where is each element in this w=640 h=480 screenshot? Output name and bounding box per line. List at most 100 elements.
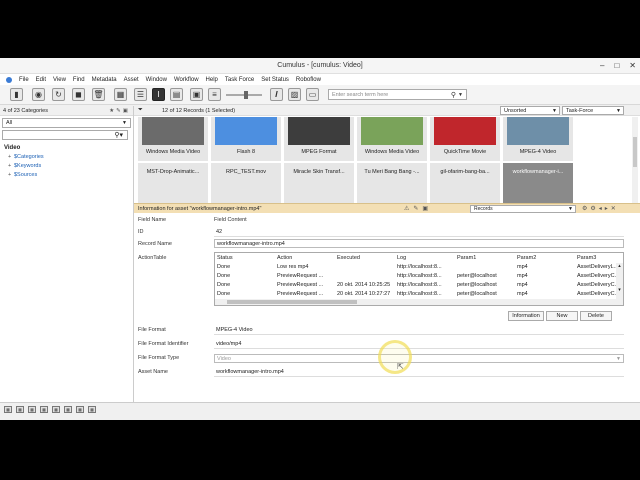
tree-item-keywords[interactable]: $Keywords bbox=[4, 162, 133, 171]
minimize-icon[interactable]: – bbox=[600, 61, 604, 70]
table-row[interactable]: Done PreviewRequest ... 20 okt. 2014 10:27… bbox=[215, 290, 623, 299]
italic-icon[interactable]: 𝑰 bbox=[270, 88, 283, 101]
menu-task-force[interactable]: Task Force bbox=[225, 77, 254, 83]
thumbnail-cell[interactable]: gil-ofarim-bang-ba... bbox=[430, 163, 500, 203]
status-view-icon[interactable]: ▦ bbox=[28, 406, 36, 413]
new-button[interactable]: New bbox=[546, 311, 578, 321]
table-row[interactable]: Done Low res mp4 http://localhost:8... mp4 A… bbox=[215, 263, 623, 272]
chevron-down-icon[interactable]: ▼ bbox=[458, 92, 463, 98]
close-icon[interactable]: ✕ bbox=[629, 61, 636, 70]
record-icon[interactable]: ◉ bbox=[32, 88, 45, 101]
menu-roboflow[interactable]: Roboflow bbox=[296, 77, 321, 83]
menu-metadata[interactable]: Metadata bbox=[92, 77, 117, 83]
list-view-icon[interactable]: ☰ bbox=[134, 88, 147, 101]
grid-scrollbar[interactable] bbox=[632, 117, 638, 203]
tree-item-sources[interactable]: $Sources bbox=[4, 171, 133, 180]
thumbnail-view-icon[interactable]: ▦ bbox=[114, 88, 127, 101]
thumbnail-cell[interactable]: Tu Meri Bang Bang -... bbox=[357, 163, 427, 203]
search-input[interactable]: Enter search term here ⚲ ▼ bbox=[328, 89, 467, 100]
hscroll-knob[interactable] bbox=[227, 300, 357, 304]
catalog-icon[interactable]: ▮ bbox=[10, 88, 23, 101]
information-bar: Information for asset "workflowmanager-i… bbox=[134, 203, 640, 213]
menu-file[interactable]: File bbox=[19, 77, 29, 83]
table-cell: peter@localhost bbox=[457, 291, 497, 297]
preview-view-icon[interactable]: ▣ bbox=[190, 88, 203, 101]
menu-view[interactable]: View bbox=[53, 77, 66, 83]
slider-knob[interactable] bbox=[244, 91, 248, 99]
thumbnail-cell[interactable]: Flash 8 bbox=[211, 117, 281, 161]
file-format-type-select[interactable]: Video ▼ bbox=[214, 354, 624, 363]
maximize-icon[interactable]: □ bbox=[614, 61, 619, 70]
col-param3[interactable]: Param3 bbox=[577, 255, 617, 261]
menu-find[interactable]: Find bbox=[73, 77, 85, 83]
status-view-icon[interactable]: ▦ bbox=[52, 406, 60, 413]
refresh-icon[interactable]: ↻ bbox=[52, 88, 65, 101]
col-action[interactable]: Action bbox=[277, 255, 335, 261]
table-cell: peter@localhost bbox=[457, 282, 497, 288]
thumbnail-cell[interactable]: workflowmanager-i... bbox=[503, 163, 573, 203]
action-table-vscroll[interactable]: ▴ ▾ bbox=[616, 263, 623, 305]
thumbnail-image bbox=[215, 117, 277, 145]
filter-icon[interactable]: ⏷ bbox=[138, 107, 143, 114]
menu-asset[interactable]: Asset bbox=[124, 77, 139, 83]
action-table-hscroll[interactable] bbox=[215, 299, 617, 305]
table-row[interactable]: Done PreviewRequest ... http://localhost:8… bbox=[215, 272, 623, 281]
information-icons[interactable]: ⚠✎▣ bbox=[404, 205, 432, 212]
status-view-icon[interactable]: ▦ bbox=[40, 406, 48, 413]
sort-select[interactable]: Unsorted ▼ bbox=[500, 106, 560, 115]
stop-icon[interactable]: ◼ bbox=[72, 88, 85, 101]
thumbnail-cell[interactable]: RPC_TEST.mov bbox=[211, 163, 281, 203]
col-status[interactable]: Status bbox=[217, 255, 275, 261]
status-view-icon[interactable]: ▦ bbox=[16, 406, 24, 413]
category-filter-select[interactable]: All ▼ bbox=[2, 118, 131, 128]
action-table-header: Status Action Executed Log Param1 Param2… bbox=[215, 254, 623, 263]
text-view-icon[interactable]: ≡ bbox=[208, 88, 221, 101]
collection-select[interactable]: Task-Force ▼ bbox=[562, 106, 624, 115]
info-view-icon[interactable]: I bbox=[152, 88, 165, 101]
category-pane-icons[interactable]: ★✎▣ bbox=[109, 108, 130, 114]
search-icon[interactable]: ⚲▾ bbox=[114, 131, 123, 139]
menu-help[interactable]: Help bbox=[206, 77, 218, 83]
thumbnail-image bbox=[507, 117, 569, 145]
scroll-knob[interactable] bbox=[633, 137, 637, 167]
thumbnail-caption: workflowmanager-i... bbox=[512, 169, 564, 175]
table-cell: http://localhost:8... bbox=[397, 282, 442, 288]
table-cell: PreviewRequest ... bbox=[277, 282, 324, 288]
status-view-icon[interactable]: ▦ bbox=[88, 406, 96, 413]
table-cell: AssetDeliveryC... bbox=[577, 273, 617, 279]
col-param2[interactable]: Param2 bbox=[517, 255, 575, 261]
information-button[interactable]: Information bbox=[508, 311, 544, 321]
record-name-field[interactable]: workflowmanager-intro.mp4 bbox=[214, 239, 624, 248]
status-view-icon[interactable]: ▦ bbox=[64, 406, 72, 413]
image-icon[interactable]: ▨ bbox=[288, 88, 301, 101]
thumbnail-cell[interactable]: MST-Drop-Animatic... bbox=[138, 163, 208, 203]
table-row[interactable]: Done PreviewRequest ... 20 okt. 2014 10:25… bbox=[215, 281, 623, 290]
menu-edit[interactable]: Edit bbox=[36, 77, 46, 83]
status-view-icon[interactable]: ▦ bbox=[4, 406, 12, 413]
table-cell: 20 okt. 2014 10:27:27 bbox=[337, 291, 391, 297]
thumbnail-cell[interactable]: Miracle Skin Transf... bbox=[284, 163, 354, 203]
col-log[interactable]: Log bbox=[397, 255, 455, 261]
thumbnail-cell[interactable]: QuickTime Movie bbox=[430, 117, 500, 161]
details-view-icon[interactable]: ▤ bbox=[170, 88, 183, 101]
monitor-icon[interactable]: ▭ bbox=[306, 88, 319, 101]
col-executed[interactable]: Executed bbox=[337, 255, 395, 261]
delete-button[interactable]: Delete bbox=[580, 311, 612, 321]
thumbnail-cell[interactable]: Windows Media Video bbox=[138, 117, 208, 161]
thumbnail-cell[interactable]: Windows Media Video bbox=[357, 117, 427, 161]
table-cell: http://localhost:8... bbox=[397, 264, 442, 270]
menu-workflow[interactable]: Workflow bbox=[174, 77, 199, 83]
information-right-icons[interactable]: ⚙⚙◂▸✕ bbox=[582, 205, 619, 212]
menu-window[interactable]: Window bbox=[146, 77, 167, 83]
trash-icon[interactable]: 🗑 bbox=[92, 88, 105, 101]
view-select[interactable]: Records ▼ bbox=[470, 205, 576, 213]
thumbnail-cell[interactable]: MPEG Format bbox=[284, 117, 354, 161]
col-param1[interactable]: Param1 bbox=[457, 255, 515, 261]
thumbnail-cell[interactable]: MPEG-4 Video bbox=[503, 117, 573, 161]
menu-set-status[interactable]: Set Status bbox=[261, 77, 289, 83]
search-icon[interactable]: ⚲ bbox=[451, 91, 456, 99]
status-view-icon[interactable]: ▦ bbox=[76, 406, 84, 413]
tree-root-video[interactable]: Video bbox=[4, 144, 133, 153]
category-search-input[interactable]: ⚲▾ bbox=[2, 130, 128, 140]
tree-item-categories[interactable]: $Categories bbox=[4, 153, 133, 162]
